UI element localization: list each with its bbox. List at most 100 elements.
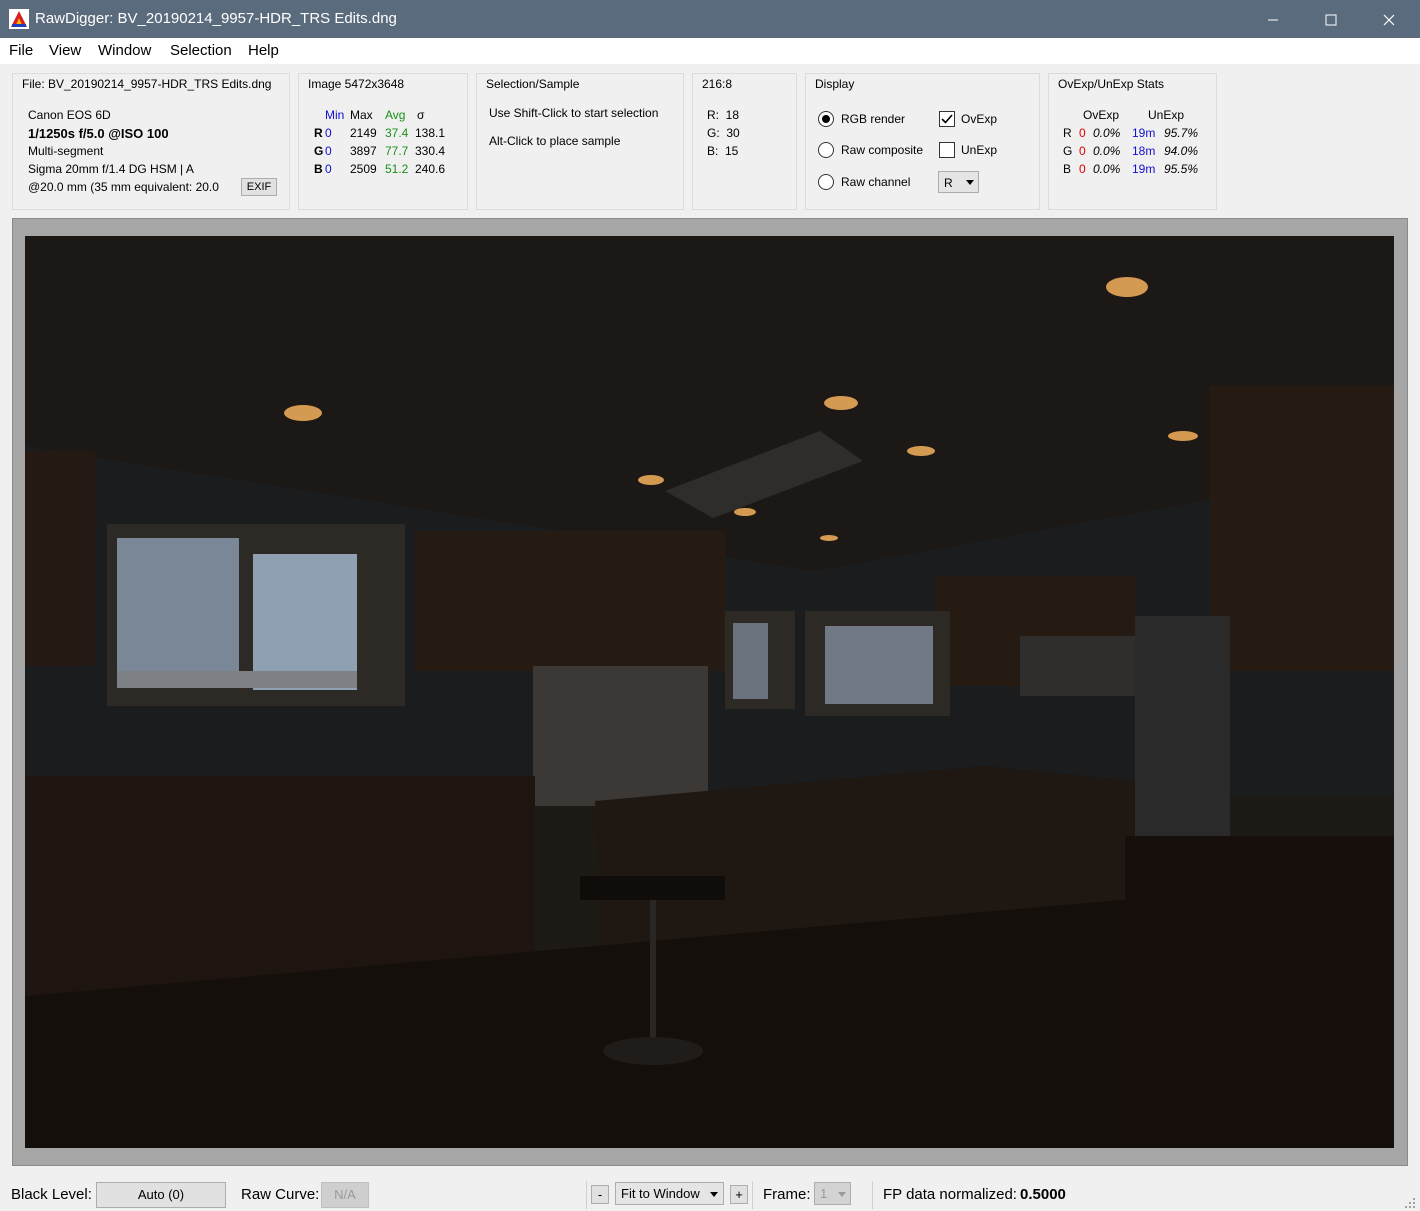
- minimize-icon: [1268, 19, 1278, 21]
- metering-mode: Multi-segment: [28, 144, 104, 158]
- raw-curve-label: Raw Curve:: [241, 1186, 320, 1203]
- ovexp-header: OvExp: [1083, 108, 1120, 122]
- rgb-render-label[interactable]: RGB render: [841, 112, 905, 126]
- separator: [872, 1181, 873, 1209]
- stat-sigma: 330.4: [415, 144, 446, 158]
- separator: [752, 1181, 753, 1209]
- ovexp-percent: 0.0%: [1093, 144, 1121, 158]
- camera-model: Canon EOS 6D: [28, 108, 111, 122]
- raw-composite-label[interactable]: Raw composite: [841, 143, 923, 157]
- black-level-label: Black Level:: [11, 1186, 92, 1203]
- menu-window[interactable]: Window: [98, 42, 151, 59]
- selection-panel-title: Selection/Sample: [486, 77, 580, 91]
- lens-info: Sigma 20mm f/1.4 DG HSM | A: [28, 162, 194, 176]
- cursor-coordinates: 216:8: [702, 77, 733, 91]
- zoom-select[interactable]: Fit to Window: [615, 1182, 724, 1205]
- stat-sigma: 240.6: [415, 162, 446, 176]
- ovexp-count: 0: [1079, 162, 1086, 176]
- pixel-b-value: B: 15: [707, 144, 739, 158]
- stat-avg: 77.7: [385, 144, 409, 158]
- stat-max: 2149: [350, 126, 377, 140]
- stat-avg: 37.4: [385, 126, 409, 140]
- fp-data-value: 0.5000: [1020, 1186, 1066, 1203]
- channel-label: G: [1063, 144, 1073, 158]
- chevron-down-icon: [838, 1192, 846, 1197]
- raw-image-preview[interactable]: [25, 236, 1394, 1148]
- raw-channel-select[interactable]: R: [938, 171, 979, 193]
- unexp-count: 19m: [1132, 126, 1156, 140]
- file-panel-title: File: BV_20190214_9957-HDR_TRS Edits.dng: [22, 77, 272, 91]
- ovexp-label[interactable]: OvExp: [961, 112, 997, 126]
- channel-label: B: [1063, 162, 1072, 176]
- pixel-r-value: R: 18: [707, 108, 740, 122]
- rawdigger-app-icon[interactable]: [9, 9, 29, 29]
- channel-label: R: [1063, 126, 1072, 140]
- selection-hint: Use Shift-Click to start selection: [489, 106, 659, 120]
- zoom-out-button[interactable]: -: [591, 1185, 609, 1204]
- image-stats-panel: Image 5472x3648 Min Max Avg σ R 0 2149 3…: [298, 73, 468, 210]
- stat-min: 0: [325, 126, 332, 140]
- unexp-label[interactable]: UnExp: [961, 143, 997, 157]
- stat-min: 0: [325, 162, 332, 176]
- channel-label: G: [314, 144, 324, 158]
- stat-sigma: 138.1: [415, 126, 446, 140]
- zoom-value: Fit to Window: [621, 1186, 700, 1201]
- pixel-value-panel: 216:8 R: 18 G: 30 B: 15: [692, 73, 797, 210]
- unexp-percent: 95.7%: [1164, 126, 1199, 140]
- close-button[interactable]: [1360, 0, 1418, 38]
- frame-select[interactable]: 1: [814, 1182, 851, 1205]
- rgb-render-radio[interactable]: [818, 111, 834, 127]
- exposure-stats-panel: OvExp/UnExp Stats OvExp UnExp R 0 0.0% 1…: [1048, 73, 1217, 210]
- zoom-in-button[interactable]: +: [730, 1185, 748, 1204]
- raw-channel-value: R: [944, 176, 953, 190]
- avg-header: Avg: [385, 108, 406, 122]
- focal-length: @20.0 mm (35 mm equivalent: 20.0: [28, 180, 219, 194]
- image-panel-title: Image 5472x3648: [308, 77, 405, 91]
- file-info-panel: File: BV_20190214_9957-HDR_TRS Edits.dng…: [12, 73, 290, 210]
- raw-composite-radio[interactable]: [818, 142, 834, 158]
- kitchen-photo: [25, 236, 1394, 1148]
- stat-min: 0: [325, 144, 332, 158]
- raw-channel-label[interactable]: Raw channel: [841, 175, 910, 189]
- menu-help[interactable]: Help: [248, 42, 279, 59]
- black-level-button[interactable]: Auto (0): [96, 1182, 226, 1208]
- stat-avg: 51.2: [385, 162, 409, 176]
- ovexp-count: 0: [1079, 126, 1086, 140]
- frame-value: 1: [820, 1186, 828, 1201]
- ovexp-percent: 0.0%: [1093, 162, 1121, 176]
- frame-label: Frame:: [763, 1186, 811, 1203]
- stat-max: 2509: [350, 162, 377, 176]
- stat-max: 3897: [350, 144, 377, 158]
- min-header: Min: [325, 108, 345, 122]
- unexp-percent: 94.0%: [1164, 144, 1199, 158]
- pixel-g-value: G: 30: [707, 126, 740, 140]
- menu-selection[interactable]: Selection: [170, 42, 232, 59]
- raw-channel-radio[interactable]: [818, 174, 834, 190]
- unexp-header: UnExp: [1148, 108, 1185, 122]
- raw-curve-button[interactable]: N/A: [321, 1182, 369, 1208]
- menu-view[interactable]: View: [49, 42, 81, 59]
- exposure-stats-title: OvExp/UnExp Stats: [1058, 77, 1165, 91]
- minimize-button[interactable]: [1244, 0, 1302, 38]
- checkmark-icon: [941, 114, 953, 124]
- menu-bar: File View Window Selection Help: [0, 38, 1420, 64]
- exif-button[interactable]: EXIF: [241, 178, 277, 196]
- display-panel-title: Display: [815, 77, 855, 91]
- menu-file[interactable]: File: [9, 42, 33, 59]
- fp-data-label: FP data normalized:: [883, 1186, 1017, 1203]
- title-bar: RawDigger: BV_20190214_9957-HDR_TRS Edit…: [0, 0, 1420, 38]
- selection-panel: Selection/Sample Use Shift-Click to star…: [476, 73, 684, 210]
- exposure-info: 1/1250s f/5.0 @ISO 100: [28, 126, 169, 141]
- chevron-down-icon: [966, 180, 974, 185]
- maximize-button[interactable]: [1302, 0, 1360, 38]
- unexp-percent: 95.5%: [1164, 162, 1199, 176]
- window-title: RawDigger: BV_20190214_9957-HDR_TRS Edit…: [35, 10, 397, 27]
- close-icon: [1383, 14, 1395, 26]
- separator: [586, 1181, 587, 1209]
- ovexp-checkbox[interactable]: [939, 111, 955, 127]
- resize-grip-icon[interactable]: [1404, 1197, 1416, 1209]
- unexp-checkbox[interactable]: [939, 142, 955, 158]
- max-header: Max: [350, 108, 373, 122]
- channel-label: B: [314, 162, 323, 176]
- ovexp-count: 0: [1079, 144, 1086, 158]
